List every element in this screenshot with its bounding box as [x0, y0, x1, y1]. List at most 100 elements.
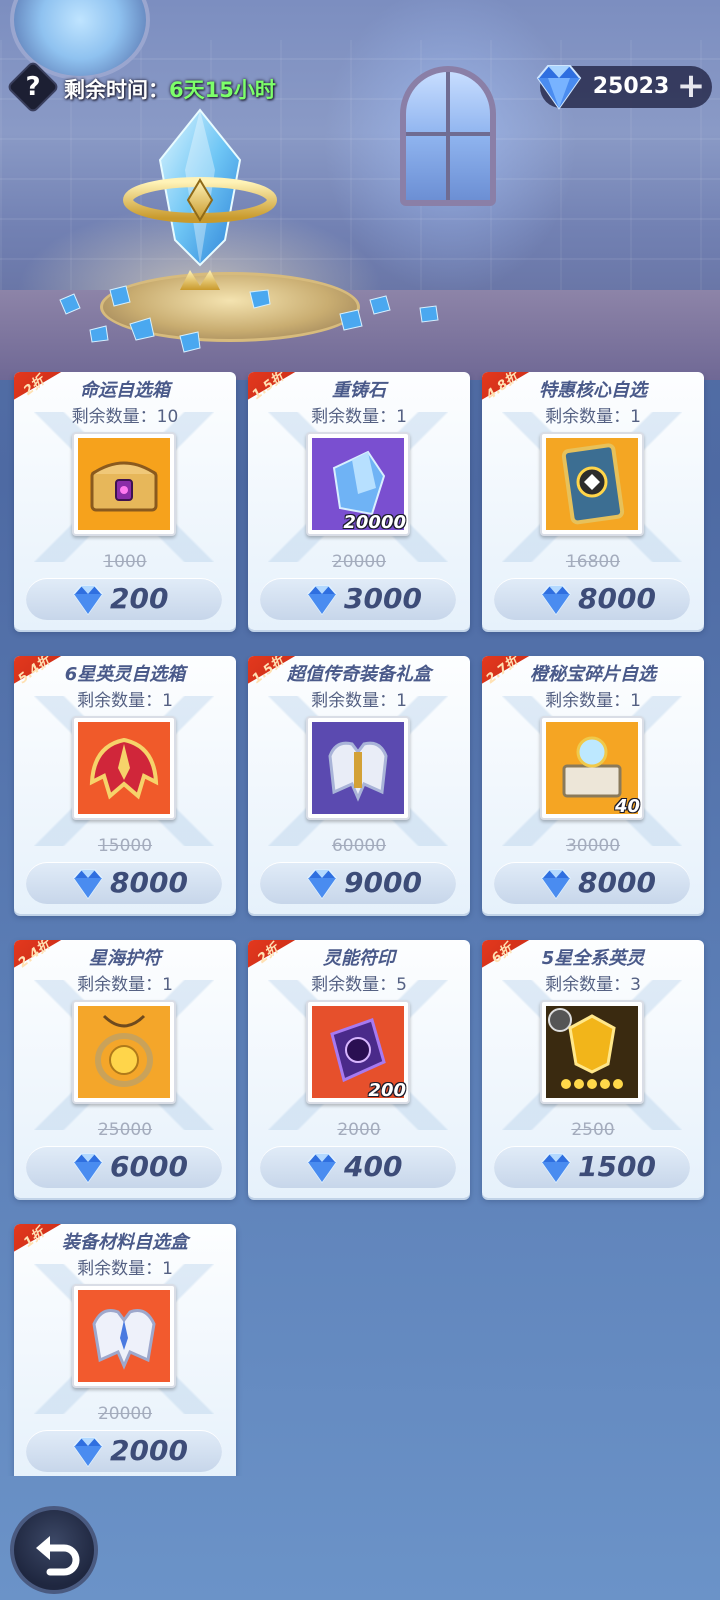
arched-window	[400, 66, 496, 206]
remaining-time-value: 6天15小时	[169, 78, 276, 102]
item-icon-frame[interactable]	[540, 1000, 644, 1104]
remaining-time-label: 剩余时间：	[64, 78, 169, 102]
buy-price: 8000	[578, 582, 656, 615]
back-arrow-icon	[32, 1528, 84, 1580]
shop-item-card[interactable]: 6折 5星全系英灵 剩余数量：3 2500 1500	[482, 940, 704, 1198]
diamond-icon	[538, 868, 574, 900]
item-stock: 剩余数量：1	[311, 407, 407, 427]
item-icon-frame[interactable]	[72, 1000, 176, 1104]
item-icon-frame[interactable]	[72, 716, 176, 820]
item-quantity: 20000	[343, 512, 406, 533]
back-button[interactable]	[10, 1506, 98, 1594]
shop-item-card[interactable]: 1折 装备材料自选盒 剩余数量：1 20000 2000	[14, 1224, 236, 1476]
item-stock: 剩余数量：3	[545, 975, 641, 995]
original-price: 16800	[565, 552, 621, 572]
item-icon-frame[interactable]: 40	[540, 716, 644, 820]
item-stock: 剩余数量：1	[545, 407, 641, 427]
original-price: 20000	[97, 1404, 153, 1424]
buy-price: 6000	[110, 1150, 188, 1183]
buy-price: 9000	[344, 866, 422, 899]
item-name: 重铸石	[332, 380, 386, 401]
item-name: 特惠核心自选	[539, 380, 647, 401]
buy-price: 3000	[344, 582, 422, 615]
original-price: 20000	[331, 552, 387, 572]
shop-item-card[interactable]: 1.5折 超值传奇装备礼盒 剩余数量：1 60000 9000	[248, 656, 470, 914]
diamond-icon	[70, 584, 106, 616]
item-icon-frame[interactable]: 200	[306, 1000, 410, 1104]
diamond-icon	[70, 1436, 106, 1468]
item-icon-frame[interactable]	[72, 1284, 176, 1388]
buy-button[interactable]: 400	[260, 1146, 456, 1188]
original-price: 15000	[97, 836, 153, 856]
item-stock: 剩余数量：5	[311, 975, 407, 995]
hero-helmet-icon	[78, 722, 170, 814]
buy-button[interactable]: 8000	[494, 862, 690, 904]
shop-item-grid: 2折 命运自选箱 剩余数量：10 1000 200 1.5折 重铸石 剩余数量：…	[0, 372, 720, 1476]
diamond-icon	[538, 1152, 574, 1184]
item-name: 灵能符印	[323, 948, 395, 969]
item-stock: 剩余数量：1	[77, 691, 173, 711]
item-name: 5星全系英灵	[541, 948, 645, 969]
shop-item-card[interactable]: 5.4折 6星英灵自选箱 剩余数量：1 15000 8000	[14, 656, 236, 914]
item-stock: 剩余数量：1	[311, 691, 407, 711]
diamond-icon	[304, 868, 340, 900]
shop-item-card[interactable]: 1.5折 重铸石 剩余数量：1 20000 20000 3000	[248, 372, 470, 630]
item-quantity: 40	[614, 796, 640, 817]
diamond-icon	[70, 1152, 106, 1184]
amulet-icon	[78, 1006, 170, 1098]
buy-price: 1500	[578, 1150, 656, 1183]
original-price: 25000	[97, 1120, 153, 1140]
equipment-material-icon	[78, 1290, 170, 1382]
shop-banner	[0, 0, 720, 380]
shop-item-card[interactable]: 4.8折 特惠核心自选 剩余数量：1 16800 8000	[482, 372, 704, 630]
diamond-icon	[70, 868, 106, 900]
item-quantity: 200	[368, 1080, 406, 1101]
buy-price: 200	[110, 582, 169, 615]
legend-armor-icon	[312, 722, 404, 814]
item-name: 超值传奇装备礼盒	[287, 664, 431, 685]
shop-item-card[interactable]: 2折 命运自选箱 剩余数量：10 1000 200	[14, 372, 236, 630]
buy-price: 8000	[110, 866, 188, 899]
diamond-icon	[532, 62, 586, 112]
diamond-balance: 25023 +	[536, 65, 712, 110]
item-icon-frame[interactable]: 20000	[306, 432, 410, 536]
crystal-shards	[40, 280, 460, 360]
buy-button[interactable]: 8000	[494, 578, 690, 620]
buy-price: 2000	[110, 1434, 188, 1467]
shop-item-card[interactable]: 2.7折 橙秘宝碎片自选 剩余数量：1 40 30000 8000	[482, 656, 704, 914]
item-stock: 剩余数量：1	[77, 975, 173, 995]
buy-button[interactable]: 9000	[260, 862, 456, 904]
item-icon-frame[interactable]	[72, 432, 176, 536]
diamond-icon	[304, 1152, 340, 1184]
original-price: 60000	[331, 836, 387, 856]
item-icon-frame[interactable]	[306, 716, 410, 820]
item-name: 命运自选箱	[80, 380, 170, 401]
buy-price: 8000	[578, 866, 656, 899]
buy-price: 400	[344, 1150, 403, 1183]
add-diamond-button[interactable]: +	[676, 69, 706, 103]
shop-item-card[interactable]: 2.4折 星海护符 剩余数量：1 25000 6000	[14, 940, 236, 1198]
item-name: 装备材料自选盒	[62, 1232, 188, 1253]
original-price: 30000	[565, 836, 621, 856]
diamond-balance-value: 25023	[592, 74, 670, 99]
original-price: 2000	[337, 1120, 381, 1140]
five-star-hero-icon	[546, 1006, 638, 1098]
buy-button[interactable]: 6000	[26, 1146, 222, 1188]
core-card-icon	[546, 438, 638, 530]
item-name: 6星英灵自选箱	[64, 664, 186, 685]
crystal-trophy-icon	[120, 100, 280, 300]
item-icon-frame[interactable]	[540, 432, 644, 536]
buy-button[interactable]: 200	[26, 578, 222, 620]
item-stock: 剩余数量：1	[77, 1259, 173, 1279]
shop-item-card[interactable]: 2折 灵能符印 剩余数量：5 200 2000 400	[248, 940, 470, 1198]
remaining-time: 剩余时间： 6天15小时	[64, 74, 276, 104]
help-icon[interactable]: ?	[14, 68, 52, 106]
diamond-icon	[538, 584, 574, 616]
buy-button[interactable]: 2000	[26, 1430, 222, 1472]
buy-button[interactable]: 8000	[26, 862, 222, 904]
item-stock: 剩余数量：1	[545, 691, 641, 711]
buy-button[interactable]: 3000	[260, 578, 456, 620]
item-name: 星海护符	[89, 948, 161, 969]
buy-button[interactable]: 1500	[494, 1146, 690, 1188]
diamond-icon	[304, 584, 340, 616]
